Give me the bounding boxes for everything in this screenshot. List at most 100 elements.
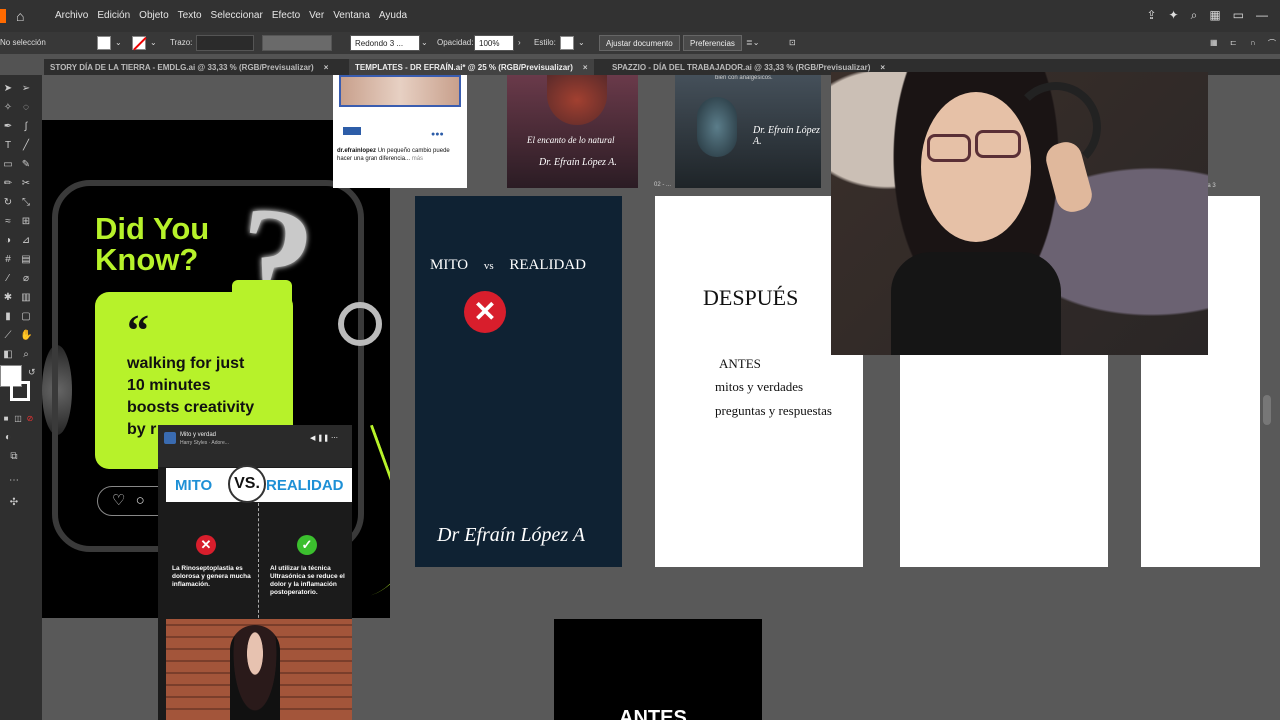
none-mode-icon[interactable]: ⊘: [24, 413, 36, 425]
paintbrush-icon[interactable]: ✎: [20, 159, 32, 171]
artboard-mito-vs-realidad[interactable]: MITO vs REALIDAD ✕ Dr Efraín López A: [415, 196, 622, 567]
before-after-photo: [339, 75, 461, 107]
rectangle-tool-icon[interactable]: ▭: [2, 159, 14, 171]
scale-icon[interactable]: ⤡: [20, 197, 32, 209]
artboard-antes[interactable]: ANTES: [554, 619, 762, 720]
panel-icon[interactable]: ⌒: [1268, 38, 1276, 49]
illustrator-logo-icon[interactable]: [0, 9, 6, 23]
color-mode-icon[interactable]: ■: [0, 413, 12, 425]
panel-icon[interactable]: ▦: [1210, 38, 1218, 47]
more-tools-icon[interactable]: ⋯: [8, 475, 20, 487]
hand-tool-icon[interactable]: ✋: [20, 330, 32, 342]
scissors-icon[interactable]: ✂: [20, 178, 32, 190]
blend-icon[interactable]: ⌀: [20, 273, 32, 285]
style-label: Estilo:: [534, 38, 556, 47]
tab-label: SPAZZIO - DÍA DEL TRABAJADOR.ai @ 33,33 …: [612, 63, 871, 72]
artboard-post-top-2[interactable]: El encanto de lo natural Dr. Efraín Lópe…: [507, 75, 638, 188]
edit-toolbar-icon[interactable]: ✣: [8, 497, 20, 509]
tab-story-dia-tierra[interactable]: STORY DÍA DE LA TIERRA - EMDLG.ai @ 33,3…: [44, 59, 334, 75]
chevron-down-icon[interactable]: ⌄: [150, 38, 157, 47]
home-icon[interactable]: ⌂: [16, 9, 30, 23]
warp-icon[interactable]: ≈: [2, 216, 14, 228]
menu-texto[interactable]: Texto: [178, 10, 202, 21]
perspective-icon[interactable]: ⊿: [20, 235, 32, 247]
artboard-tool-icon[interactable]: ▢: [20, 311, 32, 323]
search-icon[interactable]: ⌕: [1191, 8, 1198, 23]
discover-icon[interactable]: ✦: [1169, 8, 1179, 23]
minimize-icon[interactable]: —: [1256, 8, 1268, 23]
arrange-icon[interactable]: ▭: [1233, 8, 1244, 23]
close-icon[interactable]: ×: [583, 63, 588, 72]
line-tool-icon[interactable]: ╱: [20, 140, 32, 152]
menu-efecto[interactable]: Efecto: [272, 10, 300, 21]
magic-wand-icon[interactable]: ✧: [2, 102, 14, 114]
close-icon[interactable]: ×: [880, 63, 885, 72]
cross-icon: ✕: [196, 535, 216, 555]
fill-swatch[interactable]: [97, 36, 111, 50]
symbol-sprayer-icon[interactable]: ✱: [2, 292, 14, 304]
selection-status: No selección: [0, 38, 46, 47]
chevron-down-icon[interactable]: ⌄: [115, 38, 122, 47]
menu-archivo[interactable]: Archivo: [55, 10, 88, 21]
drawing-mode-icon[interactable]: ◐: [2, 432, 14, 444]
lasso-icon[interactable]: ◌: [20, 102, 32, 114]
opacity-label[interactable]: Opacidad:: [437, 38, 473, 47]
menu-ventana[interactable]: Ventana: [333, 10, 370, 21]
reel-controls-icon[interactable]: ◀ ❚❚ ⋯: [310, 434, 338, 442]
vertical-scrollbar[interactable]: [1263, 395, 1271, 425]
fit-document-button[interactable]: Ajustar documento: [599, 35, 680, 51]
reel-title: Mito y verdad: [180, 432, 217, 438]
slice-icon[interactable]: ⟋: [2, 330, 14, 342]
tab-label: TEMPLATES - DR EFRAÍN.ai* @ 25 % (RGB/Pr…: [355, 63, 573, 72]
transform-icon[interactable]: ⊡: [789, 38, 796, 47]
rotate-icon[interactable]: ↻: [2, 197, 14, 209]
stroke-swatch[interactable]: [132, 36, 146, 50]
shape-builder-icon[interactable]: ◑: [2, 235, 14, 247]
artboard-mito-vs-realidad-reel[interactable]: Mito y verdad Harry Styles · Adore... ◀ …: [158, 425, 352, 720]
share-icon[interactable]: ⇪: [1146, 8, 1156, 23]
menu-ver[interactable]: Ver: [309, 10, 324, 21]
menu-seleccionar[interactable]: Seleccionar: [211, 10, 263, 21]
close-icon[interactable]: ×: [324, 63, 329, 72]
chevron-right-icon[interactable]: ›: [518, 38, 521, 47]
comment-icon: ○: [135, 492, 145, 509]
column-graph-icon[interactable]: ▥: [20, 292, 32, 304]
mitos-verdades-text: mitos y verdades: [715, 379, 804, 394]
pen-tool-icon[interactable]: ✒: [2, 121, 14, 133]
chevron-down-icon[interactable]: ⌄: [578, 38, 585, 47]
gradient-icon[interactable]: ▤: [20, 254, 32, 266]
menu-edicion[interactable]: Edición: [97, 10, 130, 21]
artboard-post-top-3[interactable]: bien con analgésicos. Dr. Efraín López A…: [675, 75, 821, 188]
eraser-icon[interactable]: ◧: [2, 349, 14, 361]
opacity-field[interactable]: 100%: [474, 35, 514, 51]
brush-field[interactable]: Redondo 3 ...: [350, 35, 420, 51]
align-icon[interactable]: ≣⌄: [746, 38, 759, 47]
stroke-color-icon[interactable]: [10, 381, 30, 401]
eyedropper-icon[interactable]: ⁄: [2, 273, 14, 285]
type-tool-icon[interactable]: T: [2, 140, 14, 152]
workspace-icon[interactable]: ▦: [1209, 8, 1220, 23]
panel-icon[interactable]: ∩: [1250, 38, 1256, 47]
artboard-post-top-1[interactable]: ●●● dr.efrainlopez Un pequeño cambio pue…: [333, 75, 467, 188]
style-swatch[interactable]: [560, 36, 574, 50]
gradient-mode-icon[interactable]: ◫: [12, 413, 24, 425]
stroke-width-field[interactable]: [196, 35, 254, 51]
screen-mode-icon[interactable]: ⧉: [8, 451, 20, 463]
variable-width-field[interactable]: [262, 35, 332, 51]
selection-tool-icon[interactable]: ➤: [2, 83, 14, 95]
mesh-icon[interactable]: #: [2, 254, 14, 266]
panel-icon[interactable]: ⊏: [1230, 38, 1237, 47]
direct-selection-icon[interactable]: ➢: [20, 83, 32, 95]
swap-colors-icon[interactable]: ↺: [28, 367, 36, 378]
zoom-tool-icon[interactable]: ⌕: [20, 349, 32, 361]
pencil-icon[interactable]: ✏: [2, 178, 14, 190]
menu-objeto[interactable]: Objeto: [139, 10, 168, 21]
free-transform-icon[interactable]: ⊞: [20, 216, 32, 228]
graph-icon[interactable]: ▮: [2, 311, 14, 323]
preferences-button[interactable]: Preferencias: [683, 35, 742, 51]
avatar: [164, 432, 176, 444]
chevron-down-icon[interactable]: ⌄: [421, 38, 428, 47]
tab-templates-dr-efrain[interactable]: TEMPLATES - DR EFRAÍN.ai* @ 25 % (RGB/Pr…: [349, 59, 594, 75]
menu-ayuda[interactable]: Ayuda: [379, 10, 407, 21]
curvature-icon[interactable]: ∫: [20, 121, 32, 133]
